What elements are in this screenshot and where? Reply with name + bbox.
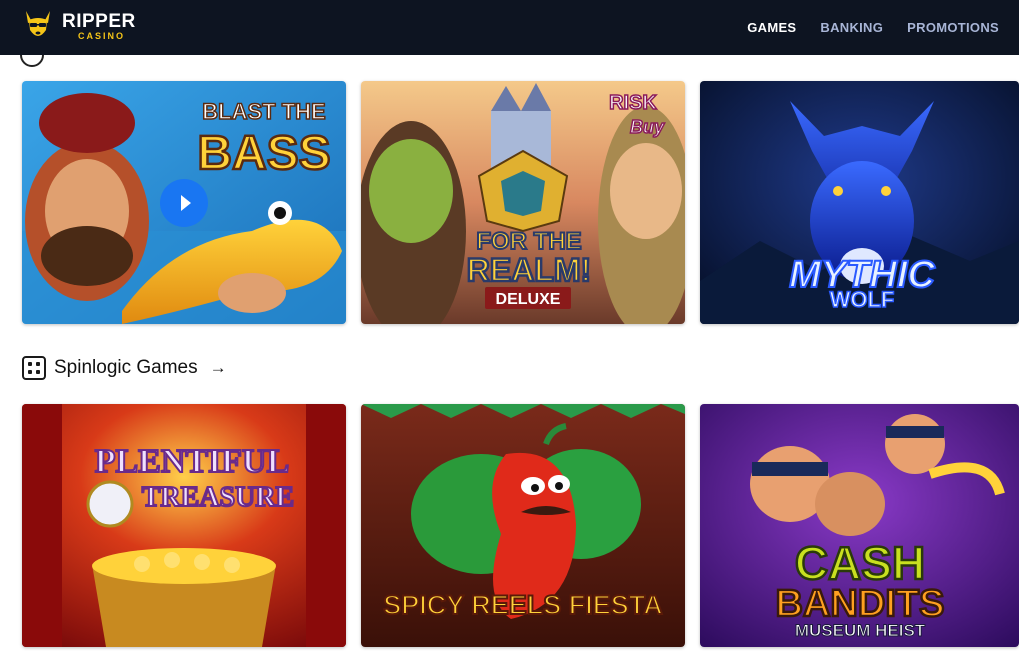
play-button[interactable] [160,179,208,227]
spicy-reels-fiesta-title: SPICY REELS FIESTA [383,590,663,620]
game-tile-blast-the-bass[interactable]: BLAST THE BASS [22,81,346,324]
for-the-realm-artwork: RISK Buy FOR THE REALM! DELUXE [361,81,685,324]
play-icon [180,195,191,211]
plentiful-treasure-title-line2: TREASURE [142,482,294,513]
main-navigation: GAMES BANKING PROMOTIONS [747,0,999,55]
cash-bandits-artwork: CASH BANDITS MUSEUM HEIST [700,404,1019,647]
plentiful-treasure-artwork: PLENTIFUL TREASURE [22,404,346,647]
for-the-realm-title-line2: REALM! [467,252,591,288]
dice-icon [22,356,46,380]
nav-promotions[interactable]: PROMOTIONS [907,20,999,35]
risk-buy-badge-line1: RISK [609,92,657,114]
section-spinlogic-games[interactable]: Spinlogic Games → [22,355,227,381]
spicy-reels-fiesta-artwork: SPICY REELS FIESTA [361,404,685,647]
game-tile-cash-bandits-museum-heist[interactable]: CASH BANDITS MUSEUM HEIST [700,404,1019,647]
cash-bandits-title-line2: BANDITS [776,583,945,625]
top-nav-bar: RIPPER CASINO GAMES BANKING PROMOTIONS [0,0,1019,55]
risk-buy-badge-line2: Buy [630,117,665,137]
nav-banking[interactable]: BANKING [820,20,883,35]
cash-bandits-subtitle: MUSEUM HEIST [795,621,926,640]
ripper-casino-logo[interactable]: RIPPER CASINO [20,8,136,44]
arrow-right-icon[interactable]: → [210,358,227,378]
logo-wordmark: RIPPER [62,10,136,32]
for-the-realm-subtitle: DELUXE [496,291,561,308]
blast-the-bass-title-line1: BLAST THE [202,99,325,124]
game-tile-mythic-wolf[interactable]: MYTHIC WOLF [700,81,1019,324]
for-the-realm-title-line1: FOR THE [476,228,581,255]
game-tile-spicy-reels-fiesta[interactable]: SPICY REELS FIESTA [361,404,685,647]
game-tile-plentiful-treasure[interactable]: PLENTIFUL TREASURE [22,404,346,647]
mythic-wolf-artwork: MYTHIC WOLF [700,81,1019,324]
cash-bandits-title-line1: CASH [795,537,925,589]
plentiful-treasure-title-line1: PLENTIFUL [95,443,290,480]
mythic-wolf-title-line2: WOLF [830,287,895,312]
nav-games[interactable]: GAMES [747,20,796,35]
kangaroo-logo-icon [26,11,50,36]
blast-the-bass-title-line2: BASS [197,127,330,180]
game-tile-for-the-realm-deluxe[interactable]: RISK Buy FOR THE REALM! DELUXE [361,81,685,324]
section-title: Spinlogic Games [54,357,198,378]
logo-subtitle: CASINO [78,30,126,41]
